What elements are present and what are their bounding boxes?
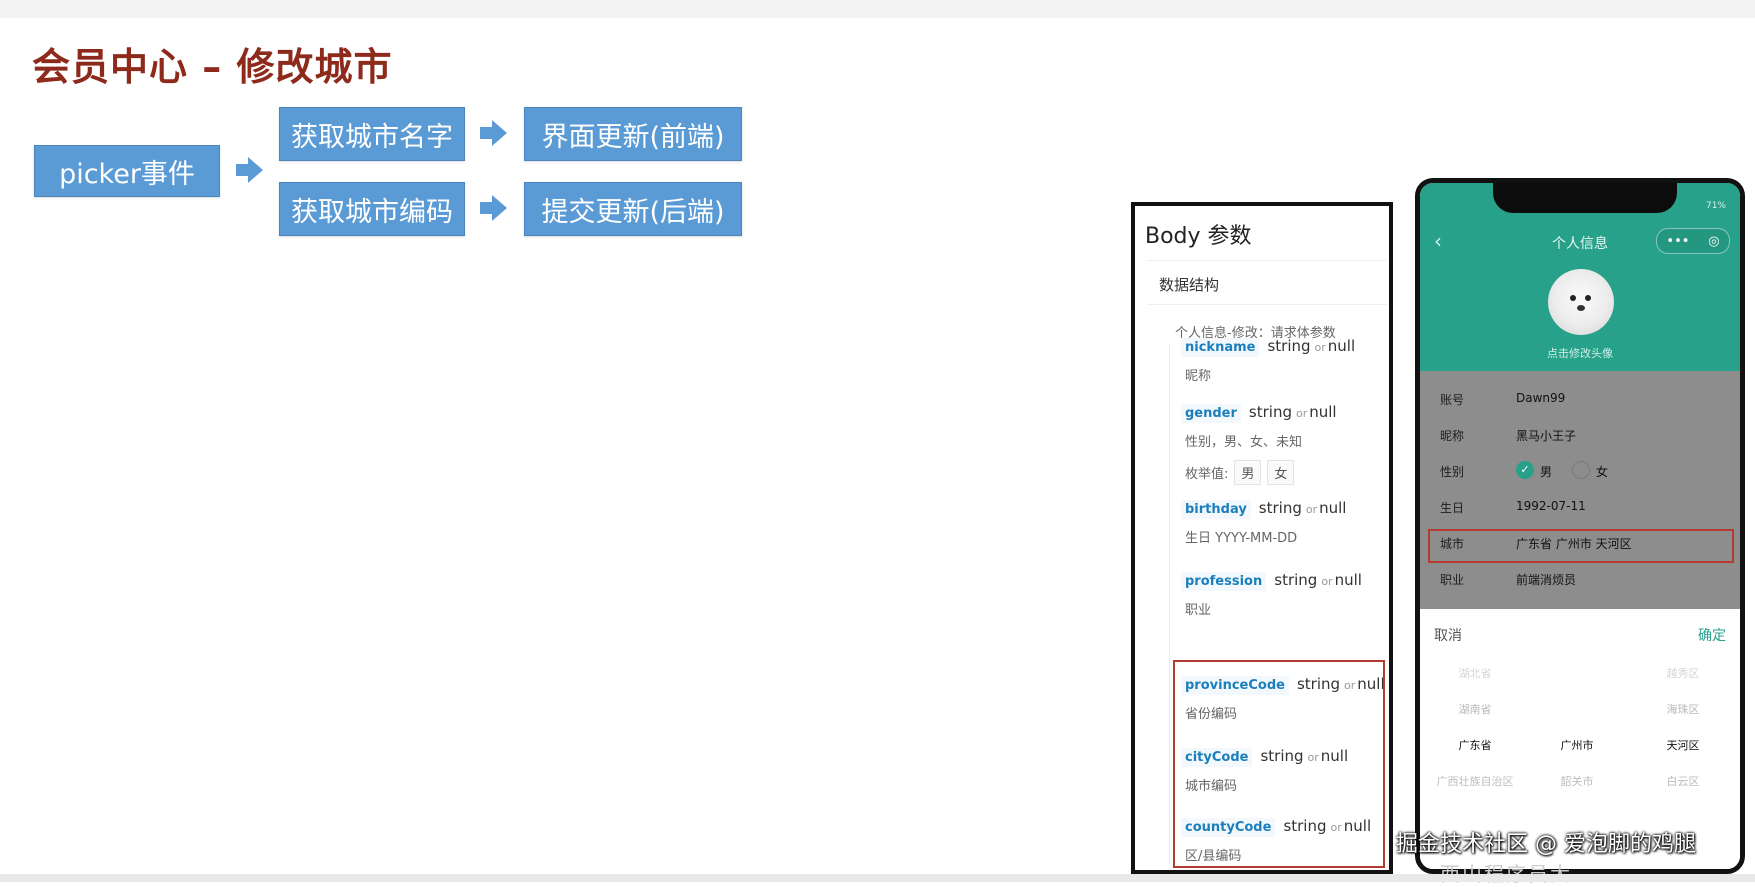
row-label: 账号 xyxy=(1440,393,1465,407)
field-type: string xyxy=(1248,403,1292,421)
submit-update-backend-box: 提交更新(后端) xyxy=(524,182,742,236)
picker-province[interactable]: 广东省 xyxy=(1420,737,1530,753)
field-desc: 生日 YYYY-MM-DD xyxy=(1185,531,1298,546)
bottom-caption: 西山程序员大... xyxy=(1440,858,1597,887)
more-icon[interactable]: ••• xyxy=(1666,234,1689,249)
phone-notch xyxy=(1493,183,1677,213)
row-value: Dawn99 xyxy=(1516,391,1566,405)
field-nickname: nickname string or null 昵称 xyxy=(1181,336,1355,384)
field-null: null xyxy=(1309,403,1337,421)
phone-mockup: 71% ‹ 个人信息 ••• ◎ 点击修改头像 账号 Dawn99 昵称 黑马小… xyxy=(1415,178,1745,874)
row-value[interactable]: 前端消烦员 xyxy=(1516,571,1576,588)
field-null: null xyxy=(1334,571,1362,589)
row-nickname[interactable]: 昵称 黑马小王子 xyxy=(1420,415,1740,455)
row-value[interactable]: 黑马小王子 xyxy=(1516,427,1576,444)
enum-tag: 男 xyxy=(1234,460,1262,485)
field-desc: 职业 xyxy=(1185,603,1212,618)
field-profession: profession string or null 职业 xyxy=(1181,570,1362,618)
get-city-code-box: 获取城市编码 xyxy=(279,182,465,236)
picker-county[interactable]: 天河区 xyxy=(1628,737,1738,753)
enum-label: 枚举值: xyxy=(1185,467,1229,482)
avatar-eye xyxy=(1570,295,1576,301)
female-label[interactable]: 女 xyxy=(1596,463,1608,480)
ui-update-frontend-box: 界面更新(前端) xyxy=(524,107,742,161)
row-value[interactable]: 1992-07-11 xyxy=(1516,499,1586,513)
row-label: 职业 xyxy=(1440,573,1465,587)
bottom-bar xyxy=(0,874,1755,882)
divider xyxy=(1147,260,1387,261)
avatar-hint[interactable]: 点击修改头像 xyxy=(1420,345,1740,361)
picker-county[interactable]: 白云区 xyxy=(1628,773,1738,789)
slide-title: 会员中心 – 修改城市 xyxy=(32,45,393,89)
row-profession[interactable]: 职业 前端消烦员 xyxy=(1420,559,1740,599)
picker-cancel-button[interactable]: 取消 xyxy=(1434,625,1462,645)
city-row-highlight xyxy=(1428,529,1734,563)
tree-line xyxy=(1169,344,1170,864)
avatar-eye xyxy=(1585,295,1591,301)
field-null: null xyxy=(1327,337,1356,355)
picker-confirm-button[interactable]: 确定 xyxy=(1698,625,1726,645)
field-name: gender xyxy=(1181,404,1241,423)
row-label: 性别 xyxy=(1440,465,1465,479)
code-fields-highlight xyxy=(1173,660,1385,868)
field-type: string xyxy=(1274,571,1318,589)
field-name: birthday xyxy=(1181,500,1251,519)
field-type: string xyxy=(1267,337,1311,355)
picker-city[interactable]: 广州市 xyxy=(1522,737,1632,753)
field-or: or xyxy=(1314,341,1326,354)
battery-indicator: 71% xyxy=(1705,201,1726,211)
profile-form: 账号 Dawn99 昵称 黑马小王子 性别 ✓ 男 女 生日 1992-07-1… xyxy=(1420,371,1740,609)
radio-checked-icon[interactable]: ✓ xyxy=(1516,461,1534,479)
mini-program-capsule[interactable]: ••• ◎ xyxy=(1656,228,1730,254)
male-label[interactable]: 男 xyxy=(1540,463,1552,480)
field-name: profession xyxy=(1181,572,1267,591)
avatar-nose xyxy=(1577,305,1585,311)
divider xyxy=(1147,304,1387,305)
api-section-title: 数据结构 xyxy=(1159,276,1220,294)
row-label: 昵称 xyxy=(1440,429,1465,443)
picker-province[interactable]: 广西壮族自治区 xyxy=(1420,773,1530,789)
picker-city[interactable]: 韶关市 xyxy=(1522,773,1632,789)
picker-province[interactable]: 湖南省 xyxy=(1420,701,1530,717)
get-city-name-box: 获取城市名字 xyxy=(279,107,465,161)
picker-event-box: picker事件 xyxy=(34,145,220,197)
field-or: or xyxy=(1305,503,1318,516)
avatar[interactable] xyxy=(1548,269,1614,335)
field-type: string xyxy=(1258,499,1302,517)
row-account: 账号 Dawn99 xyxy=(1420,379,1740,419)
field-birthday: birthday string or null 生日 YYYY-MM-DD xyxy=(1181,498,1346,546)
enum-row: 枚举值: 男 女 xyxy=(1181,460,1337,485)
row-label: 生日 xyxy=(1440,501,1465,515)
row-gender: 性别 ✓ 男 女 xyxy=(1420,451,1740,491)
field-or: or xyxy=(1321,575,1333,588)
close-target-icon[interactable]: ◎ xyxy=(1708,234,1719,249)
field-desc: 昵称 xyxy=(1185,369,1212,384)
enum-tag: 女 xyxy=(1267,460,1295,485)
field-name: nickname xyxy=(1181,338,1260,357)
picker-county[interactable]: 海珠区 xyxy=(1628,701,1738,717)
api-title: Body 参数 xyxy=(1145,224,1252,249)
picker-province[interactable]: 湖北省 xyxy=(1420,665,1530,681)
field-desc: 性别，男、女、未知 xyxy=(1185,435,1303,450)
row-birthday[interactable]: 生日 1992-07-11 xyxy=(1420,487,1740,527)
field-or: or xyxy=(1295,407,1308,420)
watermark: 掘金技术社区 @ 爱泡脚的鸡腿 xyxy=(1396,832,1696,857)
picker-county[interactable]: 越秀区 xyxy=(1628,665,1738,681)
profile-header: 71% ‹ 个人信息 ••• ◎ 点击修改头像 xyxy=(1420,183,1740,371)
radio-unchecked-icon[interactable] xyxy=(1572,461,1590,479)
api-body-params-panel: Body 参数 数据结构 个人信息-修改：请求体参数 nickname strin… xyxy=(1131,202,1393,874)
field-gender: gender string or null 性别，男、女、未知 枚举值: 男 女 xyxy=(1181,402,1337,485)
top-bar xyxy=(0,0,1755,18)
field-null: null xyxy=(1319,499,1347,517)
